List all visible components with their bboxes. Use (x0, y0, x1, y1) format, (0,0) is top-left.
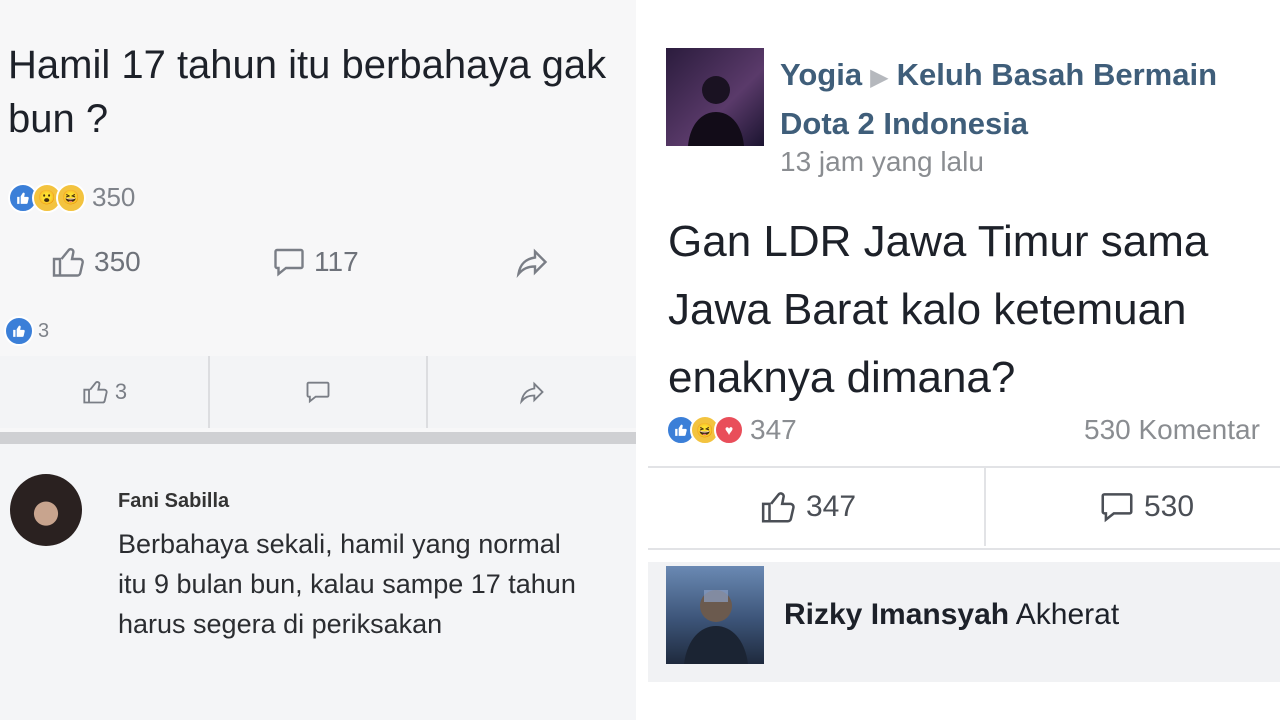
comment-author-name[interactable]: Fani Sabilla (118, 490, 229, 513)
left-sub-reaction-count: 3 (38, 319, 50, 342)
left-comment-button[interactable]: 117 (270, 244, 359, 280)
thumbs-up-icon (83, 381, 108, 404)
left-like-button[interactable]: 350 (50, 244, 141, 280)
right-post-question-text: Gan LDR Jawa Timur sama Jawa Barat kalo … (668, 217, 1209, 402)
right-comments-count-link[interactable]: 530 Komentar (1084, 414, 1260, 446)
post-author-name[interactable]: Yogia (780, 57, 862, 92)
avatar[interactable] (666, 48, 764, 146)
like-reaction-icon (4, 316, 34, 346)
comment-text: Berbahaya sekali, hamil yang normal itu … (118, 529, 576, 639)
left-screenshot-panel: Hamil 17 tahun itu berbahaya gak bun ? 😮… (0, 0, 636, 720)
post-timestamp[interactable]: 13 jam yang lalu (780, 146, 984, 178)
left-share-button[interactable] (512, 244, 558, 280)
comment-bubble-icon (1101, 493, 1133, 523)
reply-comment-text: Akherat (1015, 598, 1120, 631)
reply-author-name[interactable]: Rizky Imansyah (784, 598, 1009, 631)
left-sub-reaction-summary[interactable]: 3 (4, 316, 49, 346)
left-sub-like-count: 3 (114, 379, 128, 404)
person-silhouette-icon (688, 76, 744, 146)
thumbs-up-icon (761, 492, 795, 523)
love-reaction-icon: ♥ (714, 415, 744, 445)
comment-bubble-icon (306, 381, 330, 404)
share-arrow-icon (516, 248, 548, 279)
left-sub-comment-button[interactable] (210, 356, 426, 428)
left-sub-like-button[interactable]: 3 (0, 356, 208, 428)
section-divider (0, 432, 636, 444)
right-comment-count: 530 (1144, 490, 1195, 523)
person-silhouette-icon (684, 590, 748, 664)
left-like-count: 350 (94, 246, 141, 277)
share-arrow-icon (520, 381, 544, 405)
left-post-question: Hamil 17 tahun itu berbahaya gak bun ? (8, 43, 607, 141)
panel-gap (636, 0, 648, 720)
right-post-question: Gan LDR Jawa Timur sama Jawa Barat kalo … (668, 208, 1280, 412)
left-post-card: Hamil 17 tahun itu berbahaya gak bun ? 😮… (0, 0, 636, 432)
reply-comment-line: Rizky Imansyah Akherat (784, 598, 1119, 632)
right-comment-button[interactable]: 530 (1096, 488, 1194, 526)
post-author-line: Yogia ▶ Keluh Basah Bermain Dota 2 Indones… (780, 52, 1260, 147)
play-arrow-icon: ▶ (870, 64, 889, 91)
avatar[interactable] (666, 566, 764, 664)
comment-bubble-icon (274, 248, 304, 277)
left-sub-share-button[interactable] (428, 356, 636, 428)
right-like-button[interactable]: 347 (758, 488, 856, 526)
left-comment-count: 117 (314, 246, 359, 277)
thumbs-up-icon (52, 247, 84, 277)
right-like-count: 347 (806, 490, 857, 523)
left-sub-action-bar: 3 (0, 356, 636, 428)
divider (984, 466, 986, 546)
left-reaction-count: 350 (92, 182, 136, 212)
avatar[interactable] (10, 474, 82, 546)
left-reaction-summary[interactable]: 😮 😆 350 (8, 182, 135, 213)
right-reaction-summary[interactable]: 😆 ♥ 347 (666, 414, 797, 446)
right-reaction-count: 347 (750, 414, 797, 445)
haha-reaction-icon: 😆 (56, 182, 86, 213)
